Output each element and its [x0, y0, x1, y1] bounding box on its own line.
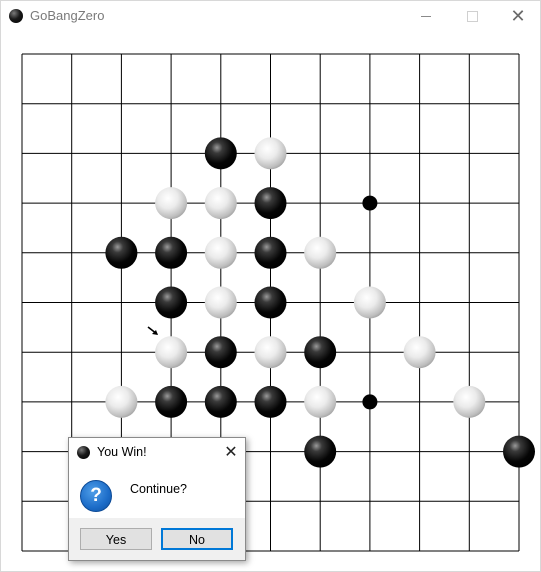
window-title: GoBangZero [30, 8, 105, 23]
app-icon [9, 9, 23, 23]
white-stone [204, 187, 237, 220]
dialog-footer: Yes No [69, 518, 245, 560]
white-stone [204, 236, 237, 269]
black-stone [204, 385, 237, 418]
maximize-icon [466, 11, 478, 22]
black-stone [254, 236, 287, 269]
no-button[interactable]: No [161, 528, 233, 550]
yes-button[interactable]: Yes [80, 528, 152, 550]
white-stone [304, 236, 337, 269]
close-button[interactable]: ✕ [495, 1, 541, 32]
white-stone [155, 336, 188, 369]
black-stone [155, 385, 188, 418]
black-stone [155, 286, 188, 319]
white-stone [155, 187, 188, 220]
black-stone [503, 435, 535, 468]
white-stone [403, 336, 436, 369]
dialog-body: ? Continue? [69, 466, 245, 518]
black-stone [204, 336, 237, 369]
title-bar[interactable]: GoBangZero ✕ [1, 1, 540, 32]
dialog-message: Continue? [130, 482, 187, 496]
star-point [362, 195, 378, 211]
white-stone [453, 385, 486, 418]
maximize-button[interactable] [449, 1, 495, 32]
black-stone [204, 137, 237, 170]
minimize-icon [421, 16, 431, 17]
close-icon: ✕ [510, 5, 526, 27]
cursor-arrow-icon [147, 326, 158, 335]
minimize-button[interactable] [403, 1, 449, 32]
win-dialog: You Win! ✕ ? Continue? Yes No [68, 437, 246, 561]
white-stone [254, 137, 287, 170]
question-icon: ? [80, 480, 112, 512]
dialog-title-bar[interactable]: You Win! ✕ [69, 438, 245, 466]
white-stone [304, 385, 337, 418]
black-stone [254, 385, 287, 418]
white-stone [254, 336, 287, 369]
app-window: GoBangZero ✕ You Win! ✕ ? Continue? Yes … [0, 0, 541, 572]
black-stone [254, 187, 287, 220]
black-stone [304, 336, 337, 369]
black-stone [304, 435, 337, 468]
dialog-app-icon [77, 446, 90, 459]
white-stone [105, 385, 138, 418]
black-stone [105, 236, 138, 269]
black-stone [155, 236, 188, 269]
white-stone [204, 286, 237, 319]
white-stone [353, 286, 386, 319]
dialog-close-button[interactable]: ✕ [221, 442, 241, 462]
dialog-title: You Win! [97, 445, 147, 459]
star-point [362, 394, 378, 410]
black-stone [254, 286, 287, 319]
